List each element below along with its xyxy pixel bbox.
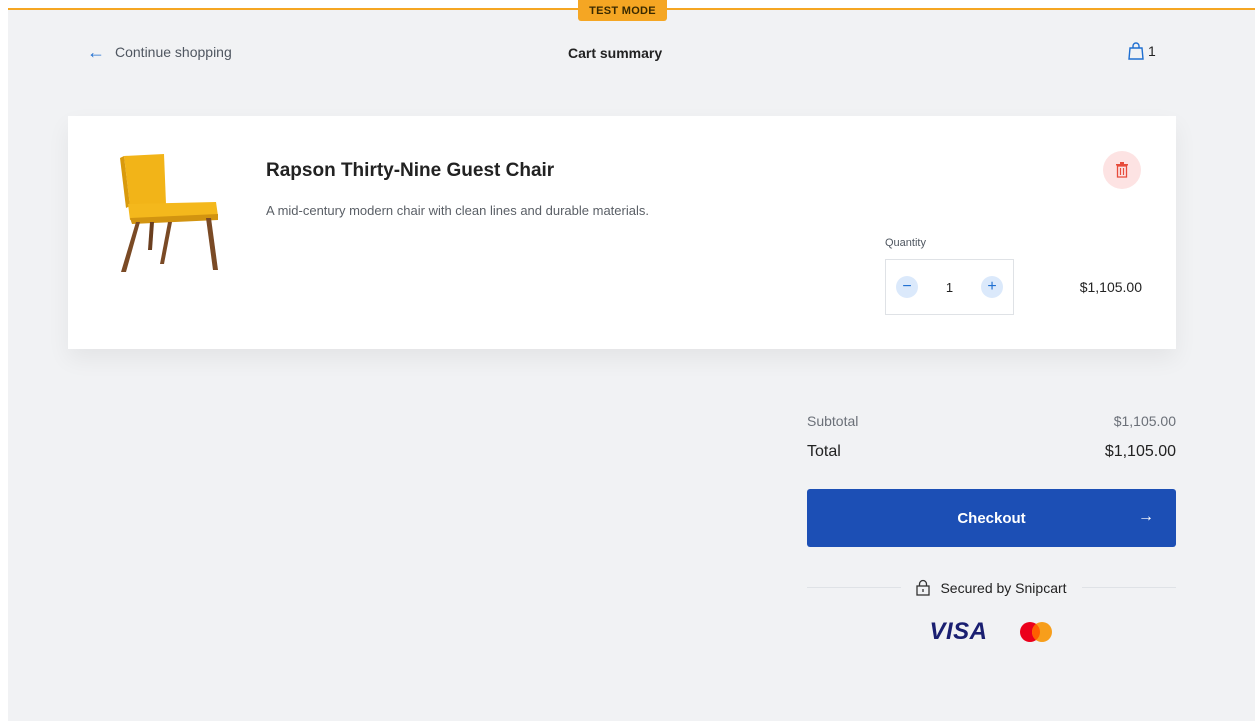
cart-count-badge: 1 bbox=[1148, 43, 1156, 59]
item-description: A mid-century modern chair with clean li… bbox=[266, 203, 649, 218]
checkout-label: Checkout bbox=[957, 509, 1026, 527]
total-row: Total $1,105.00 bbox=[807, 441, 1176, 463]
divider bbox=[1081, 587, 1177, 588]
increase-quantity-button[interactable]: + bbox=[980, 276, 1003, 298]
secured-label: Secured by Snipcart bbox=[940, 579, 1067, 596]
trash-icon bbox=[1116, 162, 1128, 178]
item-name: Rapson Thirty-Nine Guest Chair bbox=[266, 160, 555, 181]
arrow-right-icon: → bbox=[1138, 508, 1154, 525]
subtotal-value: $1,105.00 bbox=[1113, 413, 1176, 429]
remove-item-button[interactable] bbox=[1103, 151, 1141, 189]
test-mode-badge: TEST MODE bbox=[578, 0, 667, 21]
decrease-quantity-button[interactable]: − bbox=[896, 276, 918, 298]
quantity-label: Quantity bbox=[885, 237, 926, 249]
shopping-bag-icon bbox=[1128, 42, 1144, 60]
page-title: Cart summary bbox=[568, 45, 663, 61]
continue-shopping-link[interactable]: ← Continue shopping bbox=[87, 42, 232, 62]
item-price: $1,105.00 bbox=[1079, 279, 1142, 295]
visa-logo: VISA bbox=[929, 618, 988, 645]
lock-icon bbox=[916, 579, 931, 596]
mastercard-icon bbox=[1019, 622, 1052, 642]
continue-shopping-label: Continue shopping bbox=[115, 44, 232, 60]
total-label: Total bbox=[807, 443, 841, 460]
quantity-stepper: − 1 + bbox=[885, 259, 1014, 315]
secured-by-snipcart: Secured by Snipcart bbox=[807, 579, 1177, 596]
product-image bbox=[120, 154, 218, 272]
payment-methods: VISA bbox=[807, 618, 1176, 646]
divider bbox=[807, 587, 902, 588]
subtotal-label: Subtotal bbox=[807, 413, 859, 429]
quantity-value: 1 bbox=[945, 279, 954, 295]
subtotal-row: Subtotal $1,105.00 bbox=[807, 411, 1176, 431]
cart-button[interactable]: 1 bbox=[1128, 42, 1156, 60]
arrow-left-icon: ← bbox=[87, 42, 105, 62]
cart-item: Rapson Thirty-Nine Guest Chair A mid-cen… bbox=[68, 116, 1176, 349]
order-summary: Subtotal $1,105.00 Total $1,105.00 Check… bbox=[807, 411, 1177, 646]
checkout-button[interactable]: Checkout → bbox=[807, 489, 1176, 547]
total-value: $1,105.00 bbox=[1104, 443, 1176, 460]
